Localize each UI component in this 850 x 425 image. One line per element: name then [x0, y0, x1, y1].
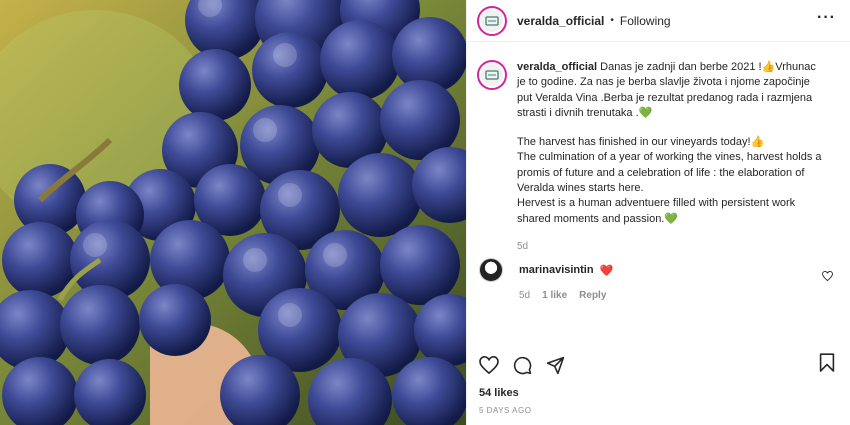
caption-text-en-1: The harvest has finished in our vineyard…	[517, 136, 765, 149]
comment-age[interactable]: 5d	[519, 290, 530, 301]
comment-likes[interactable]: 1 like	[542, 290, 567, 301]
heart-icon[interactable]	[479, 356, 499, 374]
action-bar	[479, 353, 835, 377]
post-sidebar: veralda_official • Following ··· veralda…	[466, 0, 850, 425]
likes-count[interactable]: 54 likes	[479, 387, 519, 399]
caption-text-en-3: Hervest is a human adventuere filled wit…	[517, 197, 799, 225]
comment: marinavisintin ❤️ 5d 1 like Reply	[479, 258, 839, 301]
caption-age[interactable]: 5d	[517, 239, 827, 254]
following-button[interactable]: Following	[620, 14, 671, 28]
veralda-logo-icon	[481, 64, 503, 86]
share-icon[interactable]	[546, 356, 565, 375]
username-link[interactable]: veralda_official	[517, 14, 604, 28]
reply-button[interactable]: Reply	[579, 290, 606, 301]
caption-username[interactable]: veralda_official	[517, 61, 597, 73]
caption: veralda_official Danas je zadnji dan ber…	[477, 60, 837, 254]
post-photo[interactable]	[0, 0, 466, 425]
comment-username[interactable]: marinavisintin	[519, 264, 594, 276]
comment-avatar[interactable]	[479, 258, 503, 282]
post-date[interactable]: 5 DAYS AGO	[479, 406, 531, 415]
grapes-image	[0, 0, 466, 425]
comment-meta: 5d 1 like Reply	[519, 290, 839, 301]
separator-dot: •	[610, 15, 614, 26]
bookmark-icon[interactable]	[819, 353, 835, 378]
caption-body: veralda_official Danas je zadnji dan ber…	[517, 60, 827, 254]
veralda-logo-icon	[481, 9, 503, 32]
profile-avatar[interactable]	[477, 5, 507, 36]
comment-icon[interactable]	[513, 356, 532, 375]
caption-text-en-2: The culmination of a year of working the…	[517, 151, 825, 195]
comment-heart-icon[interactable]	[822, 268, 833, 286]
more-icon[interactable]: ···	[817, 10, 836, 26]
caption-avatar[interactable]	[477, 60, 507, 90]
post-header: veralda_official • Following ···	[467, 0, 850, 42]
comment-text: ❤️	[599, 264, 614, 277]
